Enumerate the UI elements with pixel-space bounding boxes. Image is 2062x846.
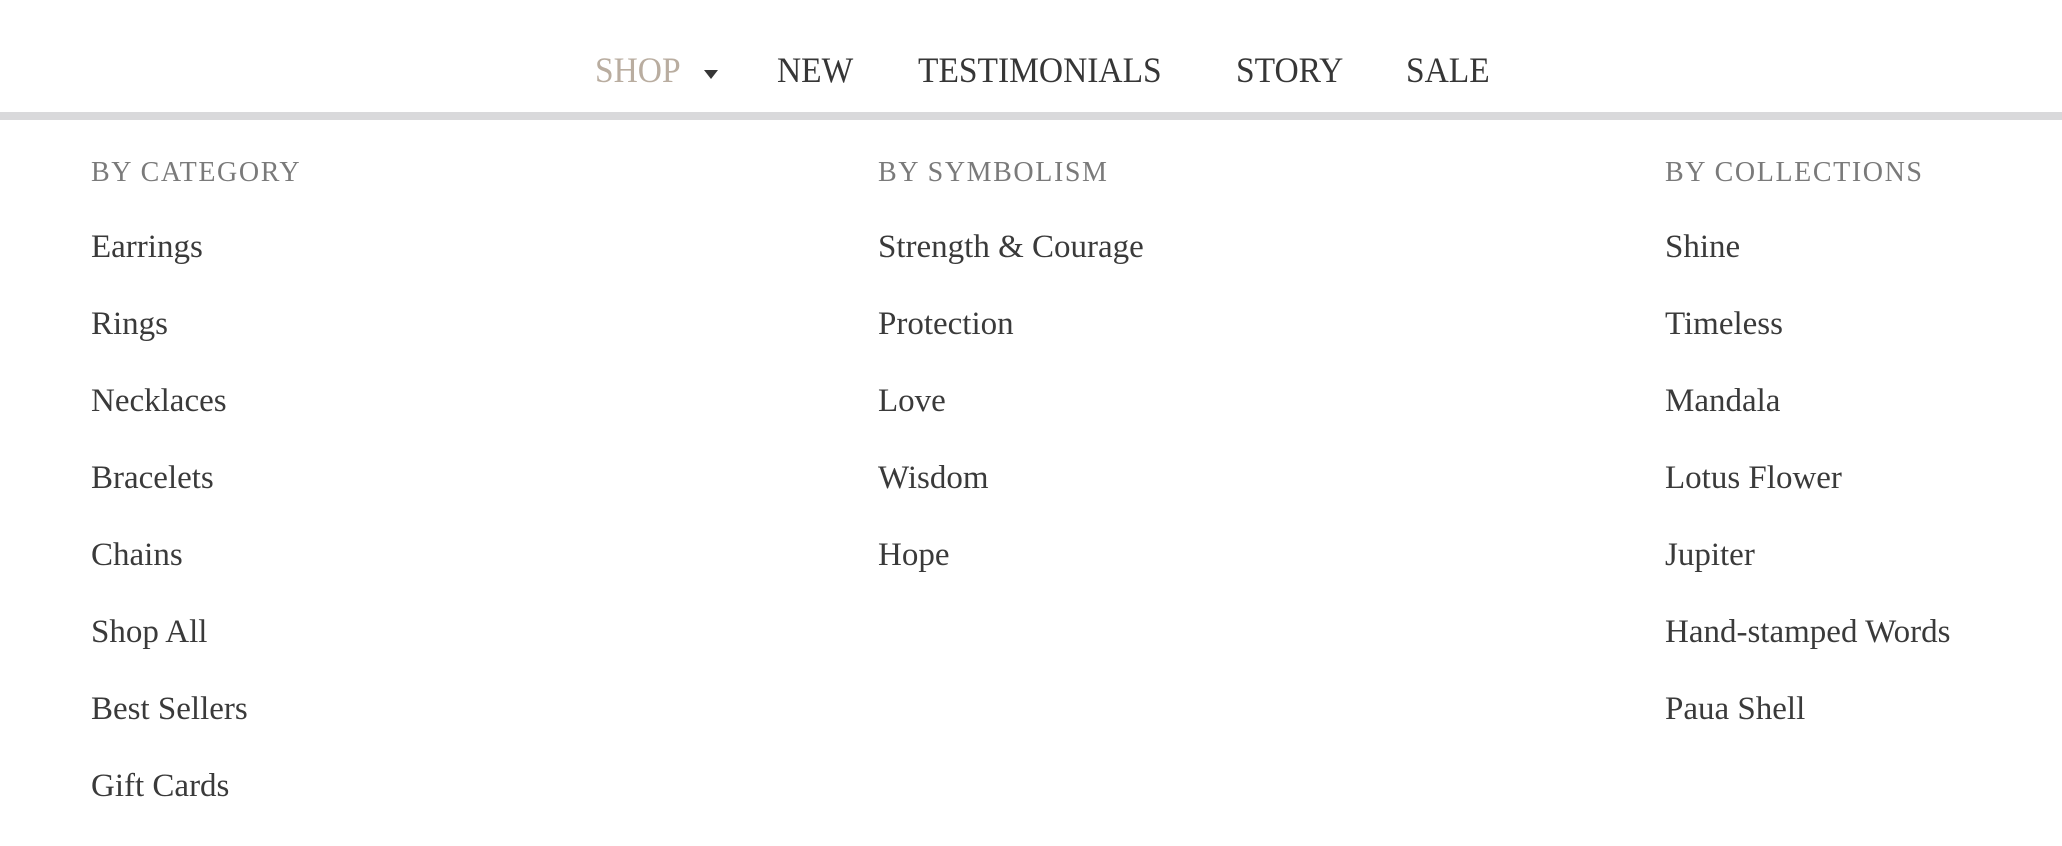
nav-item-sale[interactable]: SALE	[1406, 50, 1490, 90]
category-list: Earrings Rings Necklaces Bracelets Chain…	[91, 227, 248, 843]
column-heading: BY CATEGORY	[91, 157, 302, 188]
nav-divider	[0, 112, 2062, 120]
nav-item-story[interactable]: STORY	[1236, 50, 1343, 90]
menu-link-wisdom[interactable]: Wisdom	[878, 458, 1144, 535]
column-heading: BY COLLECTIONS	[1665, 157, 1924, 188]
menu-link-lotus-flower[interactable]: Lotus Flower	[1665, 458, 1950, 535]
menu-link-love[interactable]: Love	[878, 381, 1144, 458]
collections-list: Shine Timeless Mandala Lotus Flower Jupi…	[1665, 227, 1950, 766]
nav-item-new[interactable]: NEW	[777, 50, 853, 90]
menu-link-shop-all[interactable]: Shop All	[91, 612, 248, 689]
menu-link-hope[interactable]: Hope	[878, 535, 1144, 612]
menu-link-bracelets[interactable]: Bracelets	[91, 458, 248, 535]
menu-link-mandala[interactable]: Mandala	[1665, 381, 1950, 458]
nav-item-shop[interactable]: SHOP	[595, 50, 681, 90]
menu-link-chains[interactable]: Chains	[91, 535, 248, 612]
menu-link-jupiter[interactable]: Jupiter	[1665, 535, 1950, 612]
chevron-down-icon[interactable]	[704, 70, 718, 79]
top-navigation: SHOP NEW TESTIMONIALS STORY SALE	[0, 0, 2062, 112]
menu-link-hand-stamped-words[interactable]: Hand-stamped Words	[1665, 612, 1950, 689]
symbolism-list: Strength & Courage Protection Love Wisdo…	[878, 227, 1144, 612]
menu-link-best-sellers[interactable]: Best Sellers	[91, 689, 248, 766]
menu-link-earrings[interactable]: Earrings	[91, 227, 248, 304]
nav-item-testimonials[interactable]: TESTIMONIALS	[918, 50, 1162, 90]
menu-link-rings[interactable]: Rings	[91, 304, 248, 381]
menu-link-protection[interactable]: Protection	[878, 304, 1144, 381]
menu-link-necklaces[interactable]: Necklaces	[91, 381, 248, 458]
column-heading: BY SYMBOLISM	[878, 157, 1109, 188]
menu-link-paua-shell[interactable]: Paua Shell	[1665, 689, 1950, 766]
menu-link-gift-cards[interactable]: Gift Cards	[91, 766, 248, 843]
menu-link-timeless[interactable]: Timeless	[1665, 304, 1950, 381]
menu-link-strength-courage[interactable]: Strength & Courage	[878, 227, 1144, 304]
menu-link-shine[interactable]: Shine	[1665, 227, 1950, 304]
